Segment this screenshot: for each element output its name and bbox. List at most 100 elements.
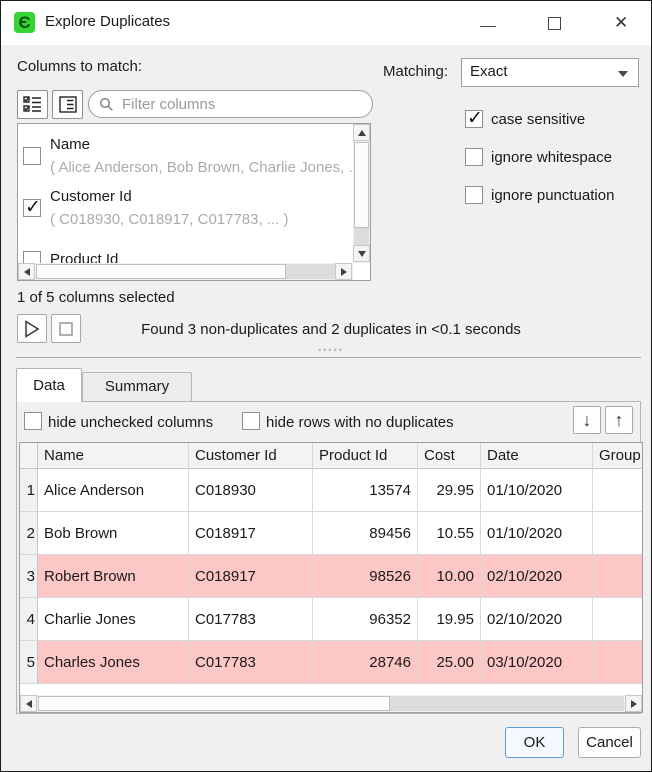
check-all-columns-button[interactable] [17, 90, 48, 119]
column-item-name[interactable]: Name ( Alice Anderson, Bob Brown, Charli… [23, 130, 353, 182]
arrow-down-icon [358, 251, 366, 257]
column-sample-values: ( C018930, C018917, C017783, ... ) [50, 209, 289, 231]
maximize-icon [548, 17, 561, 30]
explore-duplicates-dialog: Є Explore Duplicates ✕ Columns to match: [0, 0, 652, 772]
cell-date: 02/10/2020 [481, 555, 593, 598]
header-date[interactable]: Date [481, 443, 593, 469]
hscroll-thumb[interactable] [38, 696, 390, 711]
matching-dropdown[interactable]: Exact [461, 58, 639, 87]
columns-list-hscrollbar[interactable] [18, 263, 353, 280]
row-number: 1 [20, 469, 38, 512]
splitter-line [16, 357, 641, 358]
scroll-up-button[interactable] [353, 124, 370, 141]
columns-selected-summary: 1 of 5 columns selected [17, 289, 175, 306]
cell-group [593, 469, 642, 512]
cell-product-id: 89456 [313, 512, 418, 555]
arrow-right-icon [631, 700, 637, 708]
table-header-row: Name Customer Id Product Id Cost Date Gr… [20, 443, 642, 469]
results-table: Name Customer Id Product Id Cost Date Gr… [19, 442, 643, 713]
cell-customer-id: C017783 [189, 641, 313, 684]
next-duplicate-button[interactable]: ↓ [573, 406, 601, 434]
row-number: 5 [20, 641, 38, 684]
hide-rows-no-duplicates-checkbox[interactable] [242, 412, 260, 430]
row-number: 3 [20, 555, 38, 598]
scroll-right-button[interactable] [335, 263, 352, 280]
filter-columns-input[interactable] [120, 95, 362, 114]
uncheck-all-columns-button[interactable] [52, 90, 83, 119]
table-hscrollbar[interactable] [20, 695, 642, 712]
ignore-whitespace-label: ignore whitespace [491, 149, 612, 166]
ok-button[interactable]: OK [505, 727, 564, 758]
columns-list-vscrollbar[interactable] [353, 124, 370, 263]
close-button[interactable]: ✕ [608, 1, 648, 45]
check-icon: ✓ [25, 196, 41, 219]
plain-list-icon [59, 96, 77, 113]
vscroll-thumb[interactable] [354, 142, 369, 228]
columns-list: Name ( Alice Anderson, Bob Brown, Charli… [17, 123, 371, 281]
cell-cost: 25.00 [418, 641, 481, 684]
columns-to-match-label: Columns to match: [17, 58, 142, 75]
scroll-left-button[interactable] [18, 263, 35, 280]
cancel-button[interactable]: Cancel [578, 727, 641, 758]
cell-name: Bob Brown [38, 512, 189, 555]
previous-duplicate-button[interactable]: ↑ [605, 406, 633, 434]
case-sensitive-checkbox[interactable]: ✓ [465, 110, 483, 128]
result-status: Found 3 non-duplicates and 2 duplicates … [91, 321, 571, 338]
header-name[interactable]: Name [38, 443, 189, 469]
cell-group [593, 598, 642, 641]
ignore-punctuation-label: ignore punctuation [491, 187, 614, 204]
header-group[interactable]: Group [593, 443, 642, 469]
hscroll-thumb[interactable] [36, 264, 286, 279]
matching-label: Matching: [383, 63, 448, 80]
data-tab-pane: hide unchecked columns hide rows with no… [16, 401, 641, 714]
column-checkbox-customer-id[interactable]: ✓ [23, 199, 41, 217]
header-cost[interactable]: Cost [418, 443, 481, 469]
column-checkbox-product-id[interactable] [23, 251, 41, 263]
search-icon [99, 97, 114, 112]
table-row[interactable]: 2 Bob Brown C018917 89456 10.55 01/10/20… [20, 512, 642, 555]
stop-button[interactable] [51, 314, 81, 343]
maximize-button[interactable] [539, 1, 579, 45]
filter-columns-field[interactable] [88, 90, 373, 118]
chevron-down-icon [618, 71, 628, 77]
header-customer-id[interactable]: Customer Id [189, 443, 313, 469]
table-row-duplicate[interactable]: 5 Charles Jones C017783 28746 25.00 03/1… [20, 641, 642, 684]
cell-date: 01/10/2020 [481, 512, 593, 555]
table-row[interactable]: 1 Alice Anderson C018930 13574 29.95 01/… [20, 469, 642, 512]
cell-customer-id: C018930 [189, 469, 313, 512]
cell-group [593, 555, 642, 598]
tab-summary-label: Summary [105, 378, 169, 395]
header-product-id[interactable]: Product Id [313, 443, 418, 469]
ignore-punctuation-checkbox[interactable] [465, 186, 483, 204]
hide-unchecked-columns-checkbox[interactable] [24, 412, 42, 430]
cell-customer-id: C018917 [189, 512, 313, 555]
column-item-product-id[interactable]: Product Id [23, 234, 353, 263]
run-button[interactable] [17, 314, 47, 343]
cell-cost: 19.95 [418, 598, 481, 641]
tab-data[interactable]: Data [16, 368, 82, 402]
arrow-left-icon [26, 700, 32, 708]
checked-list-icon [23, 96, 42, 113]
close-icon: ✕ [614, 13, 628, 33]
tab-summary[interactable]: Summary [82, 372, 192, 401]
cell-name: Robert Brown [38, 555, 189, 598]
column-sample-values: ( Alice Anderson, Bob Brown, Charlie Jon… [50, 157, 353, 179]
scroll-down-button[interactable] [353, 245, 370, 262]
cell-product-id: 96352 [313, 598, 418, 641]
cell-cost: 10.00 [418, 555, 481, 598]
table-row[interactable]: 4 Charlie Jones C017783 96352 19.95 02/1… [20, 598, 642, 641]
column-item-customer-id[interactable]: ✓ Customer Id ( C018930, C018917, C01778… [23, 182, 353, 234]
play-icon [24, 320, 40, 338]
minimize-button[interactable] [472, 1, 512, 45]
cell-date: 02/10/2020 [481, 598, 593, 641]
table-row-duplicate[interactable]: 3 Robert Brown C018917 98526 10.00 02/10… [20, 555, 642, 598]
ignore-whitespace-checkbox[interactable] [465, 148, 483, 166]
arrow-left-icon [24, 268, 30, 276]
splitter-handle[interactable]: ••••• [301, 345, 361, 355]
title-bar[interactable]: Є Explore Duplicates ✕ [1, 1, 651, 45]
cell-date: 01/10/2020 [481, 469, 593, 512]
scroll-left-button[interactable] [20, 695, 37, 712]
column-checkbox-name[interactable] [23, 147, 41, 165]
scroll-right-button[interactable] [625, 695, 642, 712]
matching-selected-value: Exact [470, 63, 508, 80]
